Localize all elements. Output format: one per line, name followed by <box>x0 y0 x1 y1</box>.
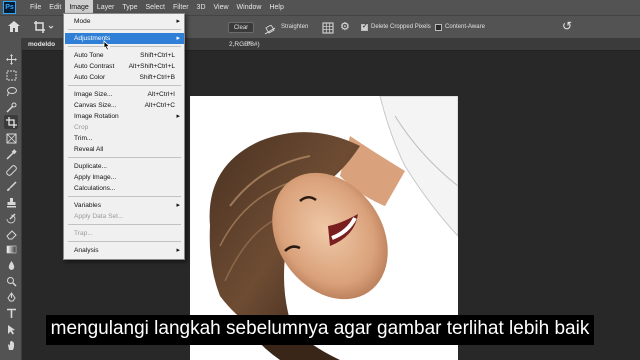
menu-3d[interactable]: 3D <box>193 0 210 15</box>
straighten-label[interactable]: Straighten <box>281 24 308 30</box>
menu-item-shortcut: Alt+Ctrl+C <box>144 102 175 109</box>
menu-item-analysis[interactable]: Analysis ▸ <box>65 245 184 256</box>
move-tool-icon[interactable] <box>4 52 18 66</box>
menu-item-shortcut: Alt+Shift+Ctrl+L <box>128 63 175 70</box>
menu-file[interactable]: File <box>26 0 45 15</box>
submenu-arrow-icon: ▸ <box>176 18 180 25</box>
dodge-tool-icon[interactable] <box>4 274 18 288</box>
document-tab-name: modeldo <box>28 41 56 48</box>
menu-item-label: Auto Contrast <box>74 63 115 70</box>
menu-item-label: Mode <box>74 18 91 25</box>
menu-view[interactable]: View <box>210 0 233 15</box>
menu-window[interactable]: Window <box>233 0 266 15</box>
menu-separator <box>68 241 181 242</box>
gradient-tool-icon[interactable] <box>4 242 18 256</box>
delete-cropped-pixels-label: Delete Cropped Pixels <box>371 24 431 30</box>
menu-item-calculations[interactable]: Calculations... <box>65 183 184 194</box>
submenu-arrow-icon: ▸ <box>176 113 180 120</box>
menu-item-auto-tone[interactable]: Auto Tone Shift+Ctrl+L <box>65 50 184 61</box>
crop-tool-icon[interactable] <box>4 115 18 129</box>
submenu-arrow-icon: ▸ <box>176 35 180 42</box>
menu-separator <box>68 157 181 158</box>
menu-item-label: Image Size... <box>74 91 113 98</box>
menu-item-label: Apply Data Set... <box>74 213 124 220</box>
tools-panel <box>0 38 22 360</box>
frame-tool-icon[interactable] <box>4 131 18 145</box>
gear-icon[interactable]: ⚙ <box>340 20 350 33</box>
subtitle-text: mengulangi langkah sebelumnya agar gamba… <box>45 315 595 345</box>
menu-item-variables[interactable]: Variables ▸ <box>65 200 184 211</box>
menu-item-label: Analysis <box>74 247 99 254</box>
menu-item-label: Reveal All <box>74 146 104 153</box>
menu-item-label: Duplicate... <box>74 163 107 170</box>
eyedropper-tool-icon[interactable] <box>4 147 18 161</box>
history-brush-tool-icon[interactable] <box>4 211 18 225</box>
grid-overlay-icon[interactable] <box>322 21 334 39</box>
submenu-arrow-icon: ▸ <box>176 202 180 209</box>
menu-item-label: Auto Tone <box>74 52 104 59</box>
menu-item-label: Trim... <box>74 135 93 142</box>
menu-item-label: Auto Color <box>74 74 106 81</box>
menu-item-shortcut: Shift+Ctrl+B <box>139 74 175 81</box>
menu-item-auto-color[interactable]: Auto Color Shift+Ctrl+B <box>65 72 184 83</box>
menu-item-shortcut: Alt+Ctrl+I <box>147 91 175 98</box>
healing-brush-tool-icon[interactable] <box>4 163 18 177</box>
content-aware-label: Content-Aware <box>445 24 485 30</box>
menu-separator <box>68 196 181 197</box>
quick-selection-tool-icon[interactable] <box>4 100 18 114</box>
menu-separator <box>68 224 181 225</box>
menu-separator <box>68 46 181 47</box>
menu-item-trap: Trap... <box>65 228 184 239</box>
brush-tool-icon[interactable] <box>4 179 18 193</box>
menu-item-image-rotation[interactable]: Image Rotation ▸ <box>65 111 184 122</box>
content-aware-checkbox[interactable] <box>435 24 442 31</box>
delete-cropped-pixels-checkbox[interactable] <box>361 22 368 31</box>
crop-icon[interactable] <box>33 20 55 39</box>
photoshop-logo: Ps <box>3 1 16 14</box>
menu-item-label: Apply Image... <box>74 174 117 181</box>
marquee-tool-icon[interactable] <box>4 68 18 82</box>
reset-icon[interactable]: ↺ <box>562 19 572 33</box>
menu-item-label: Variables <box>74 202 101 209</box>
menu-item-label: Trap... <box>74 230 93 237</box>
blur-tool-icon[interactable] <box>4 258 18 272</box>
menu-item-apply-data-set: Apply Data Set... <box>65 211 184 222</box>
menu-item-duplicate[interactable]: Duplicate... <box>65 161 184 172</box>
menu-separator <box>68 85 181 86</box>
menu-item-crop: Crop <box>65 122 184 133</box>
menu-item-apply-image[interactable]: Apply Image... <box>65 172 184 183</box>
menu-separator <box>68 29 181 30</box>
eraser-tool-icon[interactable] <box>4 227 18 241</box>
menu-item-shortcut: Shift+Ctrl+L <box>140 52 175 59</box>
menu-item-label: Canvas Size... <box>74 102 117 109</box>
pen-tool-icon[interactable] <box>4 290 18 304</box>
menu-item-image-size[interactable]: Image Size... Alt+Ctrl+I <box>65 89 184 100</box>
mouse-cursor-icon <box>102 39 112 57</box>
subtitle-caption: mengulangi langkah sebelumnya agar gamba… <box>0 315 640 345</box>
home-icon[interactable] <box>7 20 21 38</box>
menu-item-reveal-all[interactable]: Reveal All <box>65 144 184 155</box>
menu-item-label: Crop <box>74 124 89 131</box>
menu-item-label: Image Rotation <box>74 113 119 120</box>
submenu-arrow-icon: ▸ <box>176 247 180 254</box>
menu-item-adjustments[interactable]: Adjustments ▸ <box>65 33 184 44</box>
menu-item-canvas-size[interactable]: Canvas Size... Alt+Ctrl+C <box>65 100 184 111</box>
image-menu-dropdown: Mode ▸ Adjustments ▸ Auto Tone Shift+Ctrl+L Au… <box>63 13 185 260</box>
menu-item-label: Calculations... <box>74 185 116 192</box>
menu-item-trim[interactable]: Trim... <box>65 133 184 144</box>
menu-item-mode[interactable]: Mode ▸ <box>65 16 184 27</box>
lasso-tool-icon[interactable] <box>4 84 18 98</box>
document-tab-mode: 2,RGB/8#) <box>229 41 260 48</box>
menu-help[interactable]: Help <box>265 0 287 15</box>
clone-stamp-tool-icon[interactable] <box>4 195 18 209</box>
clear-button[interactable]: Clear <box>228 22 254 33</box>
close-tab-icon[interactable]: × <box>247 40 251 47</box>
menu-item-auto-contrast[interactable]: Auto Contrast Alt+Shift+Ctrl+L <box>65 61 184 72</box>
